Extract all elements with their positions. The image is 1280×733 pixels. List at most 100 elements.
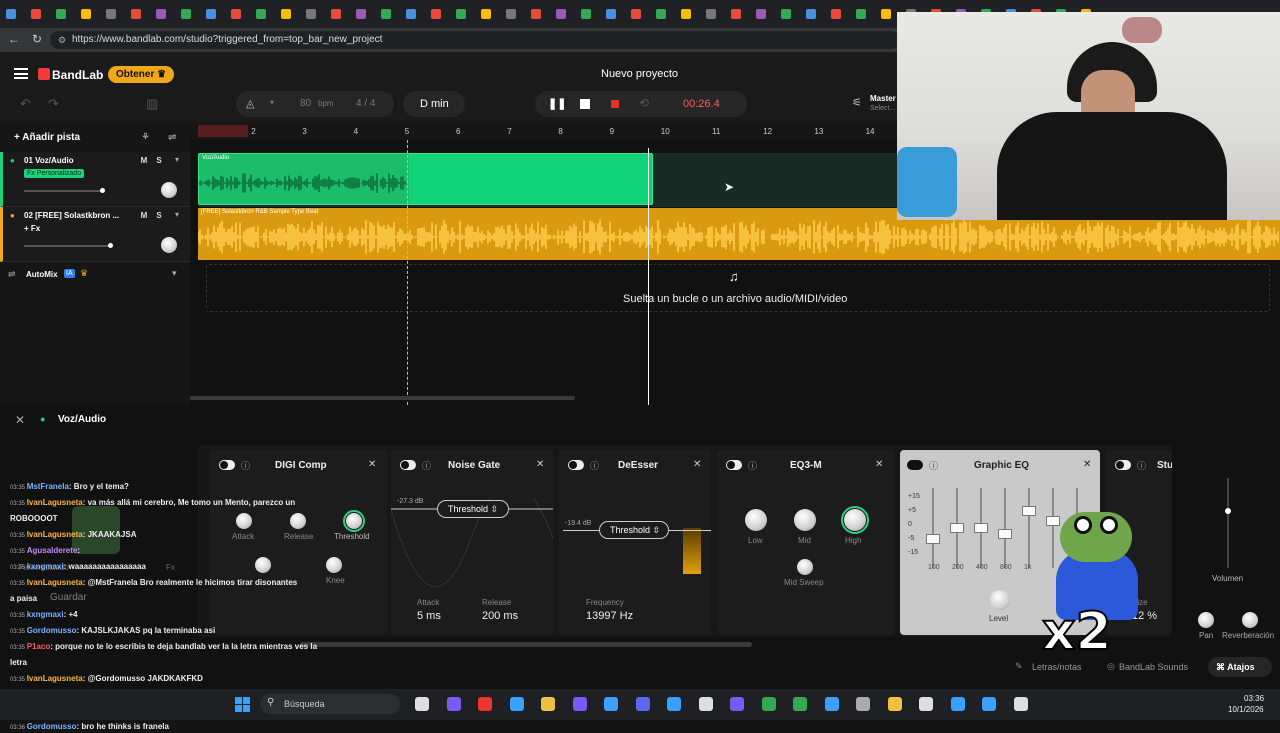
close-icon[interactable]: ✕ [368, 459, 376, 470]
solo-button[interactable]: S [153, 211, 165, 220]
pause-icon[interactable]: ❚❚ [548, 97, 566, 110]
taskbar-app-icon[interactable] [509, 697, 524, 711]
browser-tab-icon[interactable] [256, 9, 266, 19]
browser-tab-icon[interactable] [31, 9, 41, 19]
volume-slider[interactable] [24, 188, 105, 193]
taskbar-app-icon[interactable] [572, 697, 587, 711]
info-icon[interactable]: ⓘ [748, 459, 757, 472]
browser-tab-icon[interactable] [281, 9, 291, 19]
release-value[interactable]: 200 ms [482, 610, 518, 622]
metronome-icon[interactable]: ◬ [246, 97, 254, 110]
taskbar-app-icon[interactable] [698, 697, 713, 711]
chevron-down-icon[interactable]: ▾ [270, 98, 274, 107]
eq-fader-handle[interactable] [1022, 505, 1036, 516]
eq-fader-handle[interactable] [974, 523, 988, 533]
chat-username[interactable]: Gordomusso [27, 722, 77, 731]
reload-icon[interactable]: ↻ [32, 32, 42, 46]
browser-tab-icon[interactable] [106, 9, 116, 19]
taskbar-app-icon[interactable] [761, 697, 776, 711]
tool-icon[interactable]: ⚘ [141, 132, 150, 143]
taskbar-app-icon[interactable] [982, 697, 996, 711]
solo-button[interactable]: S [153, 156, 165, 165]
high-knob[interactable] [844, 509, 866, 531]
taskbar-app-icon[interactable] [604, 697, 618, 711]
drop-zone[interactable]: ♫ Suelta un bucle o un archivo audio/MID… [206, 264, 1270, 312]
taskbar-app-icon[interactable] [793, 697, 807, 711]
browser-tab-icon[interactable] [481, 9, 491, 19]
pan-knob[interactable] [161, 182, 177, 198]
chat-username[interactable]: kxngmaxi [27, 562, 64, 571]
track-header-1[interactable]: ● 01 Voz/Audio M S ▾ Fx Personalizado [0, 152, 190, 207]
automix-row[interactable]: ⇌ AutoMix IA ♛ ▾ [0, 264, 190, 286]
browser-tab-icon[interactable] [506, 9, 516, 19]
power-toggle[interactable] [907, 460, 923, 470]
settings-icon[interactable]: ⇌ [168, 132, 176, 143]
site-info-icon[interactable]: ⚙ [58, 31, 66, 49]
browser-tab-icon[interactable] [356, 9, 366, 19]
letras-button[interactable]: Letras/notas [1032, 662, 1082, 672]
project-title[interactable]: Nuevo proyecto [601, 68, 678, 80]
threshold-select[interactable]: Threshold ⇳ [599, 521, 669, 539]
eq-fader[interactable] [950, 488, 964, 568]
power-toggle[interactable] [400, 460, 416, 470]
track-name-2[interactable]: 02 [FREE] Solastkbron ... [24, 211, 119, 220]
power-toggle[interactable] [726, 460, 742, 470]
browser-tab-icon[interactable] [156, 9, 166, 19]
chevron-down-icon[interactable]: ▾ [175, 155, 179, 164]
eq-fader[interactable] [926, 488, 940, 568]
browser-tab-icon[interactable] [406, 9, 416, 19]
loop-range[interactable] [198, 125, 248, 137]
chevron-down-icon[interactable]: ▾ [175, 210, 179, 219]
loop-icon[interactable]: ⟲ [639, 96, 649, 110]
browser-tab-icon[interactable] [731, 9, 741, 19]
browser-tab-icon[interactable] [231, 9, 241, 19]
obtener-button[interactable]: Obtener ♛ [108, 66, 174, 83]
browser-tab-icon[interactable] [531, 9, 541, 19]
chat-username[interactable]: kxngmaxi [27, 610, 64, 619]
pan-knob[interactable] [1198, 612, 1214, 628]
taskbar-app-icon[interactable] [919, 697, 933, 711]
browser-tab-icon[interactable] [781, 9, 791, 19]
mid-knob[interactable] [794, 509, 816, 531]
browser-tab-icon[interactable] [206, 9, 216, 19]
chat-username[interactable]: Agusalderete [27, 546, 78, 555]
taskbar-app-icon[interactable] [415, 697, 429, 711]
key-button[interactable]: D min [403, 91, 465, 117]
time-signature[interactable]: 4 / 4 [356, 98, 375, 109]
reverb-knob[interactable] [1242, 612, 1258, 628]
taskbar-app-icon[interactable] [856, 697, 870, 711]
browser-tab-icon[interactable] [881, 9, 891, 19]
eq-fader-handle[interactable] [926, 533, 940, 544]
chat-username[interactable]: IvanLagusneta [27, 498, 83, 507]
add-track-button[interactable]: + Añadir pista [14, 132, 80, 143]
undo-icon[interactable]: ↶ [20, 96, 31, 112]
chat-username[interactable]: MstFranela [27, 482, 69, 491]
browser-tab-icon[interactable] [631, 9, 641, 19]
browser-tab-icon[interactable] [656, 9, 666, 19]
close-icon[interactable]: ✕ [536, 459, 544, 470]
low-knob[interactable] [745, 509, 767, 531]
add-fx-button[interactable]: + Fx [24, 224, 40, 233]
info-icon[interactable]: ⓘ [241, 459, 250, 472]
taskbar-app-icon[interactable] [478, 697, 492, 711]
browser-tab-icon[interactable] [306, 9, 316, 19]
url-input[interactable]: ⚙ https://www.bandlab.com/studio?triggere… [50, 31, 900, 49]
eq-fader-handle[interactable] [950, 523, 964, 533]
fx-badge[interactable]: Fx Personalizado [24, 169, 85, 178]
power-toggle[interactable] [568, 460, 584, 470]
power-toggle[interactable] [219, 460, 235, 470]
eq-fader-handle[interactable] [998, 528, 1012, 539]
playhead[interactable] [648, 148, 649, 405]
close-icon[interactable]: ✕ [693, 459, 701, 470]
chat-username[interactable]: Gordomusso [27, 626, 77, 635]
browser-tab-icon[interactable] [81, 9, 91, 19]
sounds-button[interactable]: BandLab Sounds [1119, 662, 1188, 672]
chat-username[interactable]: IvanLagusneta [27, 530, 83, 539]
master-label[interactable]: Master [870, 94, 896, 103]
frequency-value[interactable]: 13997 Hz [586, 610, 633, 622]
level-knob[interactable] [990, 590, 1010, 610]
chat-username[interactable]: IvanLagusneta [27, 674, 83, 683]
windows-start-icon[interactable] [235, 697, 250, 712]
browser-tab-icon[interactable] [56, 9, 66, 19]
taskbar-search[interactable]: ⚲ Búsqueda [260, 694, 400, 714]
